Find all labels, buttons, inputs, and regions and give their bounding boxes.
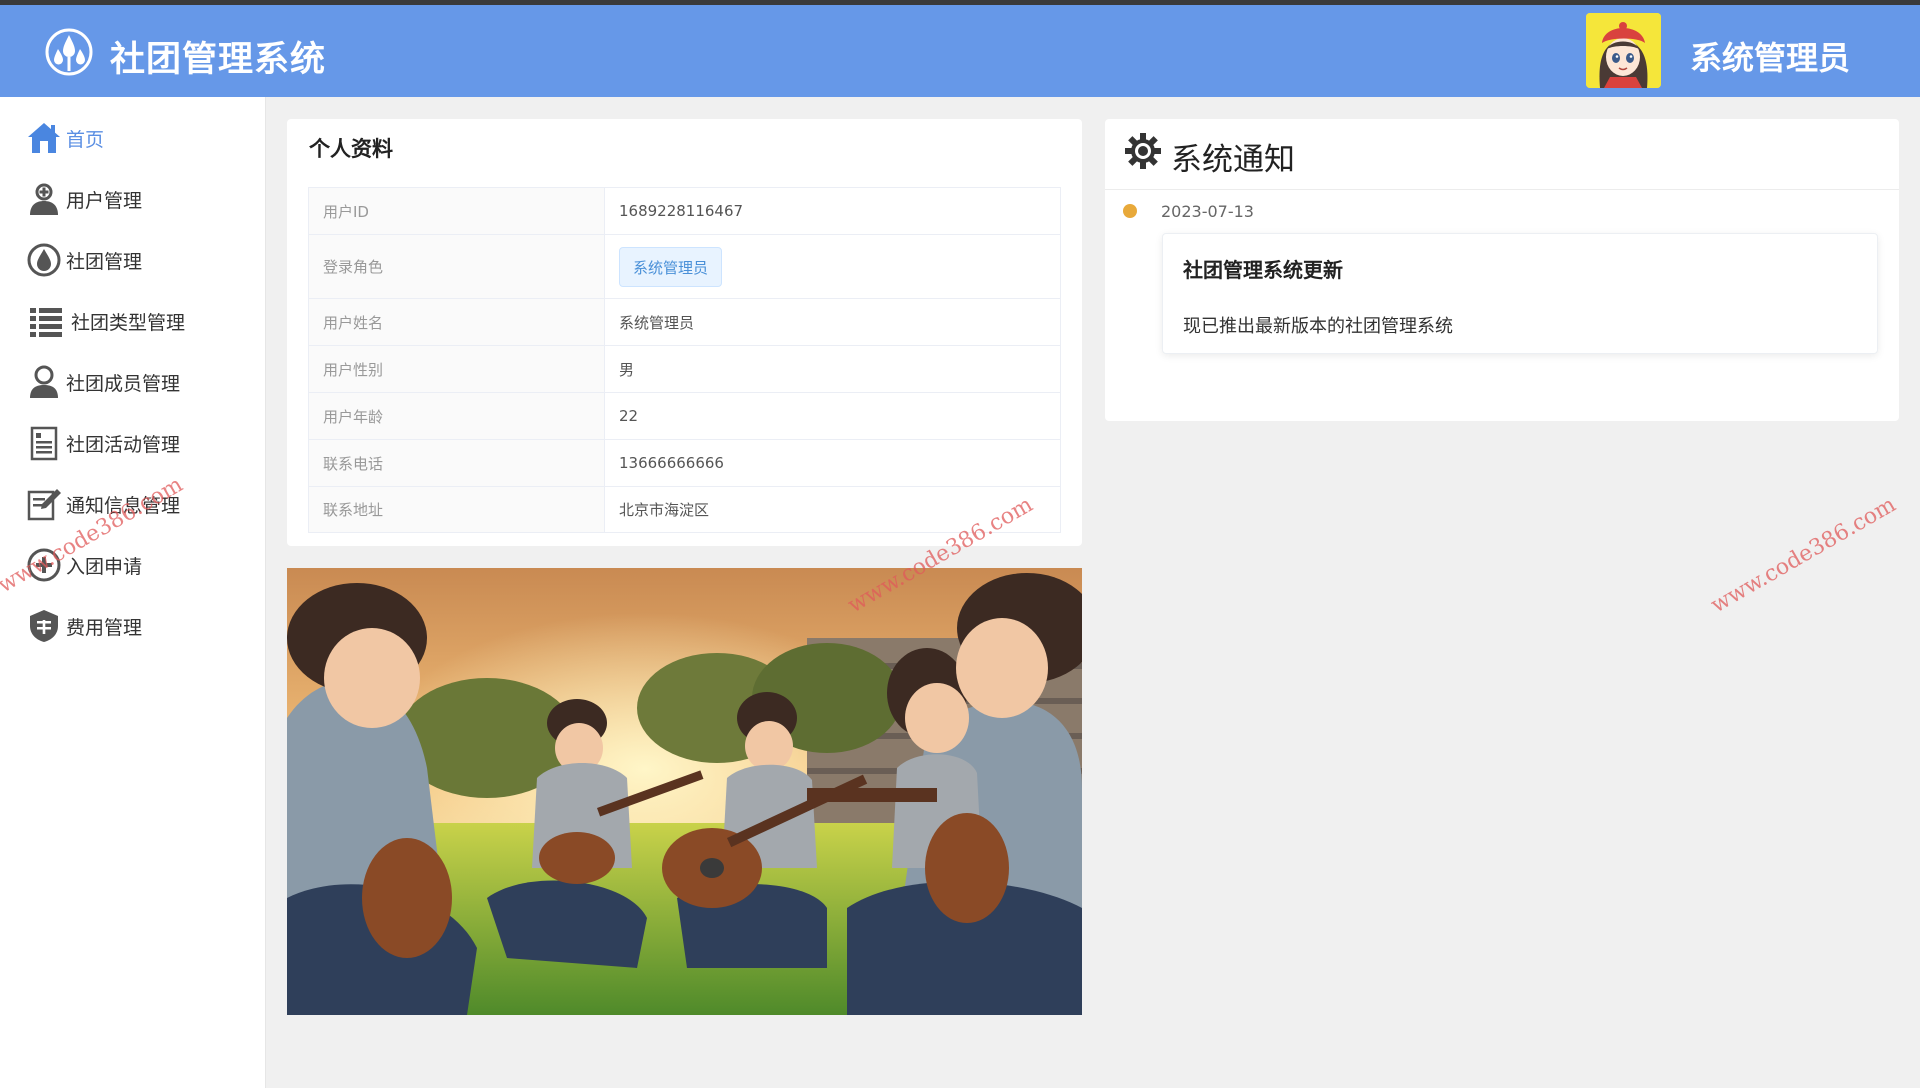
table-row: 用户性别 男 bbox=[308, 345, 1061, 393]
notice-item-body: 现已推出最新版本的社团管理系统 bbox=[1183, 316, 1453, 337]
notice-header: 系统通知 bbox=[1105, 119, 1899, 190]
sidebar: 首页 用户管理 社团管理 社团类型管理 社团成员管理 社团活动管理 通知信息管理… bbox=[0, 97, 266, 1088]
profile-card: 个人资料 用户ID 1689228116467 登录角色 系统管理员 用户姓名 … bbox=[287, 119, 1082, 546]
clipboard-icon bbox=[30, 426, 58, 461]
field-label: 登录角色 bbox=[308, 234, 605, 299]
home-icon bbox=[28, 123, 60, 153]
sidebar-item-label: 社团成员管理 bbox=[66, 373, 181, 395]
sidebar-item-label: 社团类型管理 bbox=[71, 312, 186, 334]
sidebar-item-fees[interactable]: 费用管理 bbox=[0, 596, 266, 656]
role-tag: 系统管理员 bbox=[619, 246, 723, 287]
field-label: 用户年龄 bbox=[308, 392, 605, 440]
notice-date: 2023-07-13 bbox=[1161, 202, 1254, 221]
notice-title: 系统通知 bbox=[1171, 142, 1295, 178]
watermark: www.code386.com bbox=[1706, 492, 1901, 619]
field-value: 男 bbox=[604, 345, 1061, 393]
banner-image bbox=[287, 568, 1082, 1015]
top-header: 社团管理系统 系统管理员 bbox=[0, 5, 1920, 97]
app-title: 社团管理系统 bbox=[110, 40, 327, 80]
club-guitar-illustration bbox=[287, 568, 1082, 1015]
sidebar-item-members[interactable]: 社团成员管理 bbox=[0, 352, 266, 412]
profile-title: 个人资料 bbox=[309, 137, 393, 161]
notice-item[interactable]: 社团管理系统更新 现已推出最新版本的社团管理系统 bbox=[1162, 233, 1878, 354]
table-row: 联系电话 13666666666 bbox=[308, 439, 1061, 487]
user-avatar[interactable] bbox=[1586, 13, 1661, 88]
table-row: 用户ID 1689228116467 bbox=[308, 187, 1061, 235]
sidebar-item-activities[interactable]: 社团活动管理 bbox=[0, 413, 266, 473]
edit-note-icon bbox=[27, 489, 61, 521]
fee-shield-icon bbox=[30, 610, 58, 642]
user-name[interactable]: 系统管理员 bbox=[1690, 33, 1850, 79]
cartoon-girl-avatar bbox=[1586, 13, 1661, 88]
sidebar-item-label: 首页 bbox=[66, 129, 105, 151]
droplets-logo-icon bbox=[45, 28, 93, 76]
sidebar-item-home[interactable]: 首页 bbox=[0, 108, 266, 168]
table-row: 联系地址 北京市海淀区 bbox=[308, 486, 1061, 533]
gear-icon bbox=[1125, 133, 1161, 169]
droplet-icon bbox=[27, 243, 61, 277]
sidebar-item-users[interactable]: 用户管理 bbox=[0, 169, 266, 229]
sidebar-item-label: 费用管理 bbox=[66, 617, 143, 639]
field-value: 22 bbox=[604, 392, 1061, 440]
sidebar-item-label: 社团管理 bbox=[66, 251, 143, 273]
field-label: 用户ID bbox=[308, 187, 605, 235]
person-icon bbox=[30, 365, 58, 398]
field-value: 系统管理员 bbox=[604, 298, 1061, 346]
field-value: 13666666666 bbox=[604, 439, 1061, 487]
field-label: 联系电话 bbox=[308, 439, 605, 487]
field-value: 1689228116467 bbox=[604, 187, 1061, 235]
sidebar-item-label: 用户管理 bbox=[66, 190, 143, 212]
profile-table: 用户ID 1689228116467 登录角色 系统管理员 用户姓名 系统管理员… bbox=[308, 187, 1061, 533]
sidebar-item-clubs[interactable]: 社团管理 bbox=[0, 230, 266, 290]
field-label: 用户性别 bbox=[308, 345, 605, 393]
field-value: 系统管理员 bbox=[604, 234, 1061, 299]
user-icon bbox=[30, 183, 58, 215]
sidebar-item-label: 社团活动管理 bbox=[66, 434, 181, 456]
table-row: 用户年龄 22 bbox=[308, 392, 1061, 440]
sidebar-item-club-types[interactable]: 社团类型管理 bbox=[0, 291, 266, 351]
notice-item-title: 社团管理系统更新 bbox=[1183, 258, 1343, 282]
field-label: 联系地址 bbox=[308, 486, 605, 533]
field-label: 用户姓名 bbox=[308, 298, 605, 346]
table-row: 登录角色 系统管理员 bbox=[308, 234, 1061, 299]
list-icon bbox=[30, 308, 62, 337]
notice-card: 系统通知 2023-07-13 社团管理系统更新 现已推出最新版本的社团管理系统 bbox=[1105, 119, 1899, 421]
table-row: 用户姓名 系统管理员 bbox=[308, 298, 1061, 346]
timeline-dot bbox=[1123, 204, 1137, 218]
